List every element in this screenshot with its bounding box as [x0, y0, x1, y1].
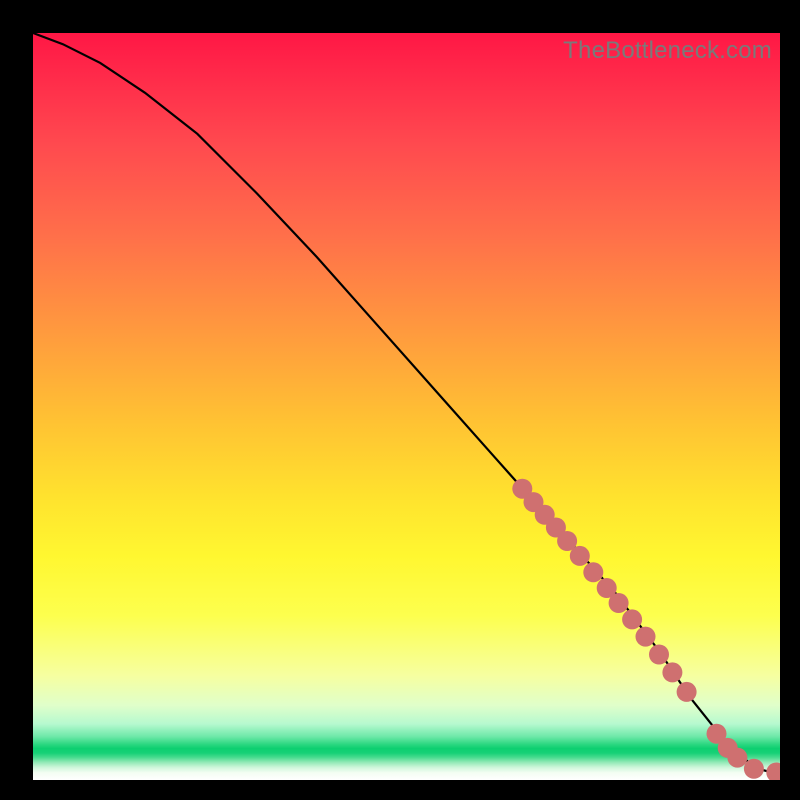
- data-marker: [662, 662, 682, 682]
- data-marker: [649, 645, 669, 665]
- curve-line: [33, 33, 780, 773]
- data-marker: [766, 763, 780, 781]
- data-marker: [570, 546, 590, 566]
- data-marker: [583, 562, 603, 582]
- chart-frame: TheBottleneck.com: [0, 0, 800, 800]
- plot-area: TheBottleneck.com: [33, 33, 780, 780]
- marker-group: [512, 479, 780, 780]
- data-marker: [744, 759, 764, 779]
- data-marker: [727, 748, 747, 768]
- data-marker: [677, 682, 697, 702]
- watermark-text: TheBottleneck.com: [563, 37, 772, 65]
- chart-svg: [33, 33, 780, 780]
- data-marker: [622, 609, 642, 629]
- data-marker: [609, 593, 629, 613]
- data-marker: [636, 627, 656, 647]
